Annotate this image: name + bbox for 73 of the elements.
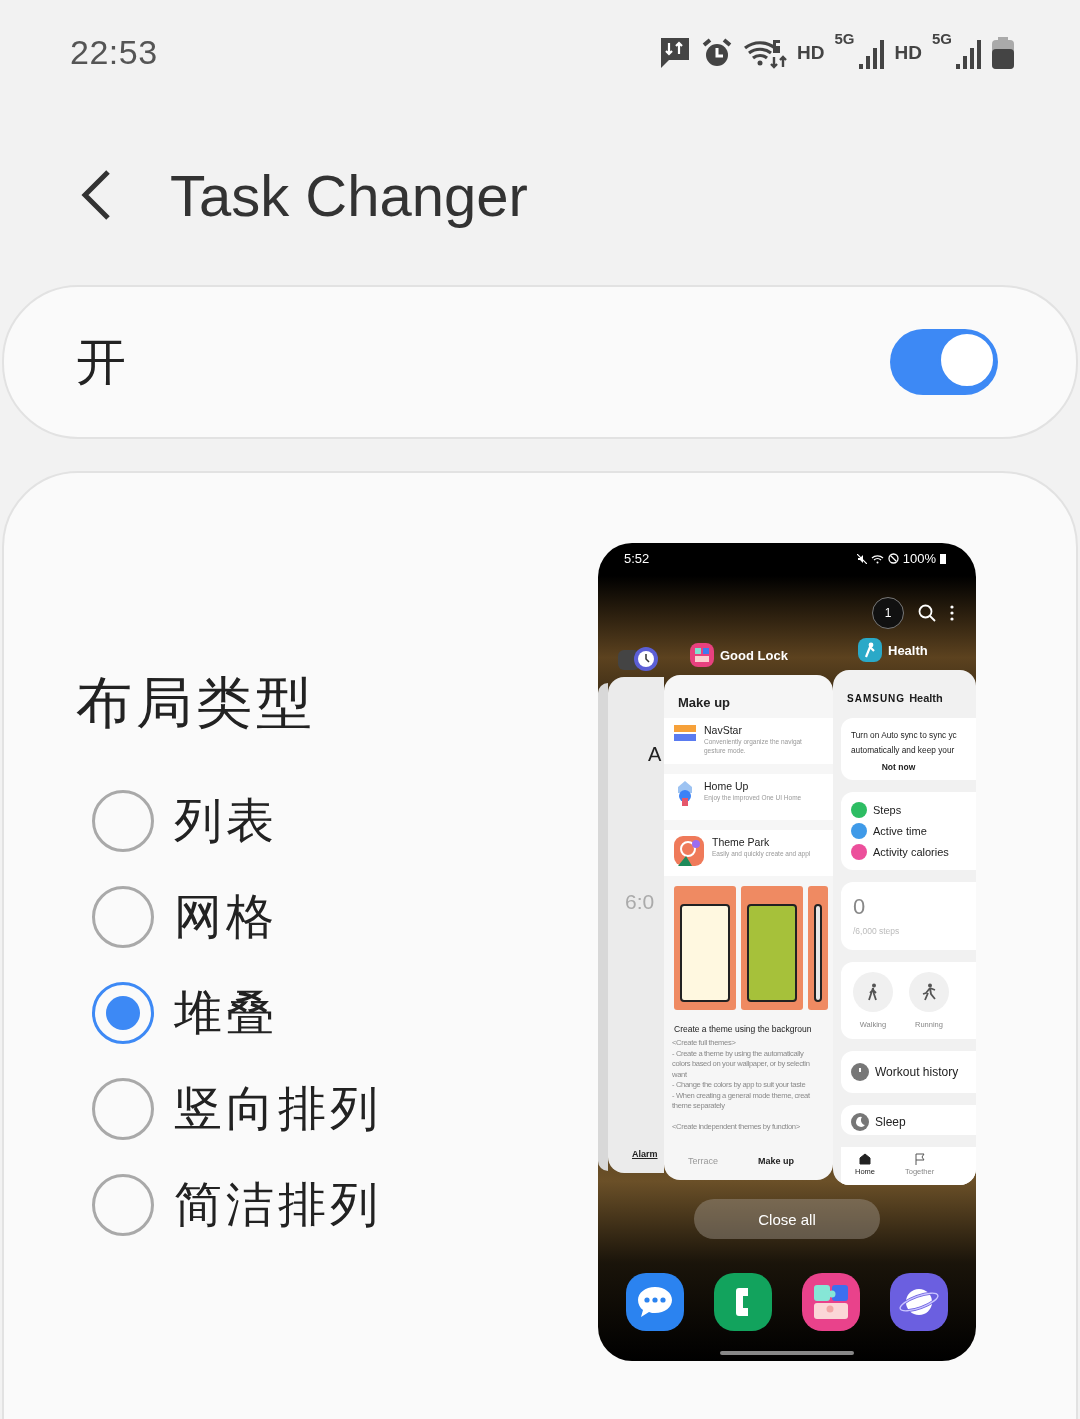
alarm-time: 6:0 — [625, 890, 655, 914]
app-name: Health — [888, 642, 928, 658]
option-label: 简洁排列 — [174, 1177, 382, 1233]
row-label: Workout history — [875, 1065, 959, 1079]
switch-label: 开 — [76, 332, 126, 392]
home-icon — [859, 1153, 871, 1165]
wifi-icon — [870, 553, 884, 564]
alarm-icon — [701, 36, 734, 69]
good-lock-app-card[interactable] — [664, 675, 833, 1180]
card-title: Make up — [677, 694, 731, 712]
metric-label: Activity calories — [873, 846, 949, 858]
workout-history-card[interactable]: Workout history — [841, 1051, 976, 1093]
metric-label: Steps — [873, 804, 902, 816]
walking-person-icon[interactable] — [853, 972, 893, 1012]
option-label: 堆叠 — [174, 985, 278, 1041]
phone-app-icon[interactable] — [714, 1273, 772, 1331]
prompt-text: automatically and keep your — [851, 744, 956, 757]
steps-count: 0 — [853, 894, 867, 920]
running-person-icon[interactable] — [909, 972, 949, 1012]
not-now-button[interactable]: Not now — [881, 758, 916, 772]
puzzle-app-icon[interactable] — [802, 1273, 860, 1331]
steps-goal: /6,000 steps — [853, 926, 901, 936]
app-title: Health — [909, 692, 943, 704]
blocked-icon — [887, 553, 899, 564]
app-logo-icon — [674, 724, 696, 742]
clock-time: 22:53 — [70, 33, 158, 72]
bottom-tab[interactable]: Make up — [758, 1156, 795, 1166]
radio-button[interactable] — [92, 982, 154, 1044]
mute-icon — [856, 553, 867, 564]
option-label: 列表 — [174, 793, 278, 849]
moon-icon — [851, 1113, 869, 1131]
alarm-tab[interactable]: Alarm — [632, 1149, 658, 1159]
row-label: Sleep — [875, 1115, 906, 1129]
alarm-app-card[interactable]: A 6:0 Alarm — [608, 677, 664, 1173]
sleep-card[interactable]: Sleep — [841, 1105, 976, 1135]
flag-icon — [913, 1153, 926, 1165]
radio-button[interactable] — [92, 790, 154, 852]
brand-wordmark: SAMSUNG — [847, 693, 906, 704]
app-logo-icon — [674, 836, 704, 866]
recent-apps-count-button[interactable]: 1 — [872, 597, 904, 629]
planet-app-icon[interactable] — [890, 1273, 948, 1331]
network-label: 5G — [932, 29, 952, 47]
item-name: Home Up — [704, 780, 750, 792]
battery-icon — [992, 36, 1014, 69]
option-label: 网格 — [174, 889, 278, 945]
data-sync-icon — [659, 35, 692, 70]
chat-bubble-app-icon[interactable] — [626, 1273, 684, 1331]
prompt-text: Turn on Auto sync to sync yc — [851, 729, 958, 742]
radio-button[interactable] — [92, 886, 154, 948]
app-text: A — [648, 743, 662, 766]
page-title: Task Changer — [170, 161, 528, 229]
preview-battery-level: 100% — [902, 551, 936, 566]
network-label: 5G — [834, 29, 855, 47]
more-options-icon[interactable] — [950, 605, 954, 621]
preview-time: 5:52 — [624, 551, 650, 566]
option-label: 竖向排列 — [174, 1081, 382, 1137]
clock-app-icon — [618, 646, 660, 672]
item-name: Theme Park — [712, 836, 771, 848]
description-headline: Create a theme using the backgroun — [673, 1023, 813, 1036]
item-name: NavStar — [704, 724, 743, 736]
battery-icon — [940, 553, 946, 564]
close-all-button[interactable]: Close all — [694, 1199, 880, 1239]
hd-label: HD — [894, 41, 922, 64]
radio-button[interactable] — [92, 1078, 154, 1140]
stopwatch-icon — [851, 1063, 869, 1081]
metric-label: Active time — [873, 825, 927, 837]
app-name: Good Lock — [720, 647, 788, 663]
hd-label: HD — [797, 41, 825, 64]
health-app-icon — [858, 638, 882, 662]
good-lock-app-icon — [690, 643, 714, 667]
section-title: 布局类型 — [76, 671, 317, 735]
radio-button[interactable] — [92, 1174, 154, 1236]
search-icon[interactable] — [918, 604, 936, 622]
